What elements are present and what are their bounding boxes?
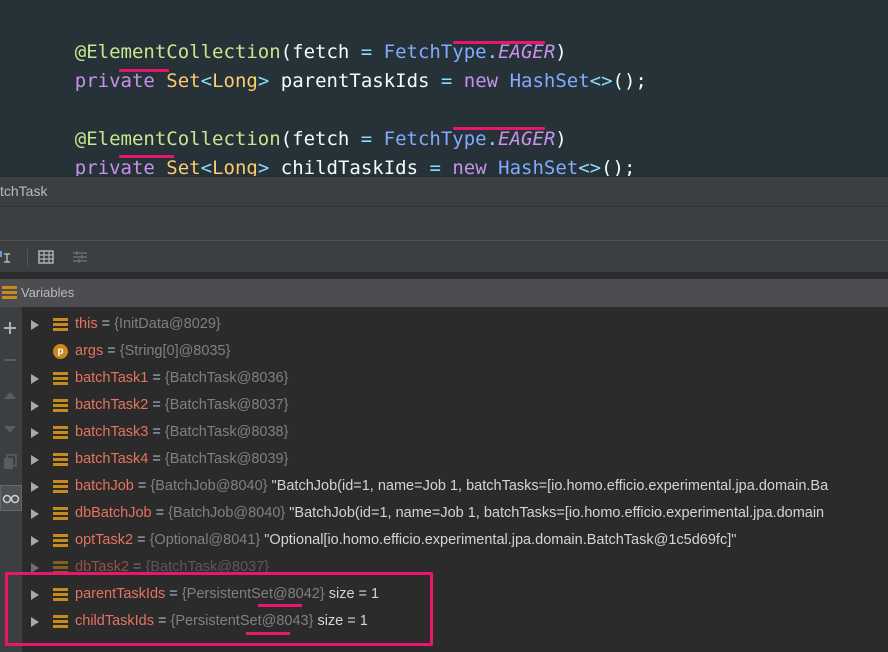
annotation-underline (453, 41, 545, 44)
annotation-underline (453, 127, 545, 130)
watch-toggle[interactable] (0, 485, 22, 511)
keyword: new (463, 70, 499, 92)
field-icon (53, 534, 68, 547)
diamond: <> (589, 70, 613, 92)
expand-arrow-icon[interactable] (31, 320, 39, 330)
variable-ref: {Optional@8041} (149, 532, 261, 548)
variable-ref: {BatchJob@8040} (150, 478, 268, 494)
annotation-underline (119, 155, 174, 158)
debug-tab-title[interactable]: tchTask (0, 183, 47, 199)
field-icon (53, 426, 68, 439)
generic-bracket: < (200, 70, 213, 92)
variable-ref: {BatchTask@8039} (164, 451, 289, 467)
equals: = (103, 343, 120, 359)
variable-name: optTask2 (75, 532, 134, 548)
variable-row[interactable]: this = {InitData@8029} (22, 311, 888, 338)
up-arrow-icon[interactable] (1, 387, 19, 405)
highlight-box (5, 572, 433, 646)
class-name: HashSet (509, 70, 590, 92)
variable-row[interactable]: batchTask1 = {BatchTask@8036} (22, 365, 888, 392)
field-icon (53, 372, 68, 385)
variable-name: args (75, 343, 104, 359)
variable-row[interactable]: dbBatchJob = {BatchJob@8040} "BatchJob(i… (22, 500, 888, 527)
expand-arrow-icon[interactable] (31, 509, 39, 519)
equals: = (148, 397, 165, 413)
variables-icon (2, 286, 17, 299)
restore-layout-icon[interactable] (0, 248, 12, 266)
variable-row[interactable]: batchTask2 = {BatchTask@8037} (22, 392, 888, 419)
variable-name: batchJob (75, 478, 134, 494)
variable-ref: {InitData@8029} (114, 316, 221, 332)
variable-row[interactable]: batchTask4 = {BatchTask@8039} (22, 446, 888, 473)
glasses-icon (2, 494, 20, 504)
field-name: parentTaskIds (280, 70, 430, 92)
variable-ref: {BatchTask@8036} (164, 370, 289, 386)
generic-type: Long (212, 70, 258, 92)
plus-icon[interactable] (1, 319, 19, 337)
equals: = (97, 316, 115, 332)
variable-name: batchTask1 (75, 370, 149, 386)
field-icon (53, 453, 68, 466)
variable-ref: {String[0]@8035} (119, 343, 231, 359)
expand-arrow-icon[interactable] (31, 374, 39, 384)
equals: = (148, 370, 165, 386)
field-icon (53, 480, 68, 493)
code-line-1: @ElementCollection(fetch = FetchType.EAG… (29, 13, 567, 63)
generic-bracket: > (257, 70, 270, 92)
variable-name: this (75, 316, 98, 332)
variable-row[interactable]: optTask2 = {Optional@8041} "Optional[io.… (22, 527, 888, 554)
field-icon (53, 399, 68, 412)
annotation-underline (119, 69, 169, 72)
code-line-4: private Set<Long> childTaskIds = new Has… (29, 129, 636, 179)
code-line-2: private Set<Long> parentTaskIds = new Ha… (29, 42, 647, 92)
keyword: private (74, 70, 155, 92)
variable-name: batchTask4 (75, 451, 149, 467)
variable-row[interactable]: p args = {String[0]@8035} (22, 338, 888, 365)
variable-ref: {BatchTask@8037} (164, 397, 289, 413)
equals: = (133, 478, 151, 494)
variable-name: batchTask3 (75, 424, 149, 440)
expand-arrow-icon[interactable] (31, 536, 39, 546)
settings-icon[interactable] (71, 248, 89, 266)
variable-row[interactable]: batchTask3 = {BatchTask@8038} (22, 419, 888, 446)
copy-icon[interactable] (1, 453, 19, 471)
field-icon (53, 318, 68, 331)
equals: = (133, 532, 150, 548)
debug-toolbar (0, 240, 888, 273)
variable-name: dbBatchJob (75, 505, 152, 521)
field-icon (53, 507, 68, 520)
down-arrow-icon[interactable] (1, 420, 19, 438)
code-line-3: @ElementCollection(fetch = FetchType.EAG… (29, 100, 567, 150)
minus-icon[interactable] (1, 351, 19, 369)
expand-arrow-icon[interactable] (31, 401, 39, 411)
equals: = (151, 505, 169, 521)
variable-row[interactable]: batchJob = {BatchJob@8040} "BatchJob(id=… (22, 473, 888, 500)
variable-value: "Optional[io.homo.efficio.experimental.j… (260, 532, 737, 548)
statement-end: (); (612, 70, 647, 92)
debug-title-bar[interactable]: tchTask (0, 176, 888, 206)
variable-value: "BatchJob(id=1, name=Job 1, batchTasks=[… (285, 505, 825, 521)
table-icon[interactable] (37, 248, 55, 266)
operator: = (429, 70, 464, 92)
highlight-underline (258, 604, 302, 607)
type-name: Set (166, 70, 201, 92)
debug-frames-bar (0, 206, 888, 240)
code-editor[interactable]: @ElementCollection(fetch = FetchType.EAG… (0, 0, 888, 179)
variable-name: batchTask2 (75, 397, 149, 413)
variable-ref: {BatchJob@8040} (168, 505, 286, 521)
variables-header[interactable]: Variables (0, 279, 888, 307)
variables-title: Variables (21, 285, 75, 300)
equals: = (148, 424, 165, 440)
highlight-underline (246, 632, 290, 635)
toolbar-separator (27, 249, 28, 266)
variable-value: "BatchJob(id=1, name=Job 1, batchTasks=[… (267, 478, 829, 494)
expand-arrow-icon[interactable] (31, 428, 39, 438)
expand-arrow-icon[interactable] (31, 482, 39, 492)
equals: = (148, 451, 165, 467)
parameter-icon: p (53, 344, 68, 359)
expand-arrow-icon[interactable] (31, 455, 39, 465)
variable-ref: {BatchTask@8038} (164, 424, 289, 440)
